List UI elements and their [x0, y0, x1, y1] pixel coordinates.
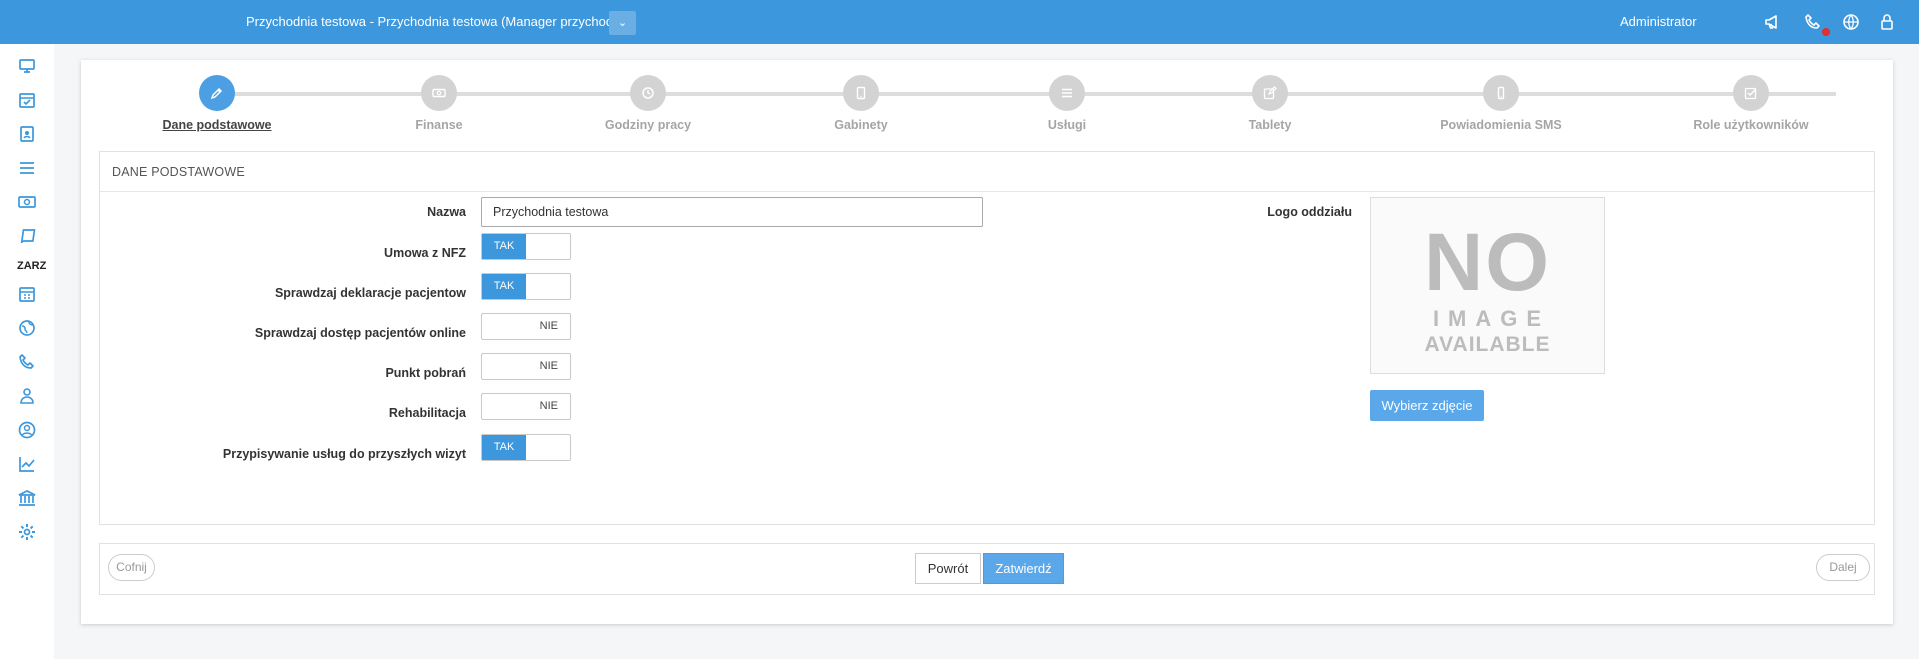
- toggle-state: NIE: [539, 400, 558, 412]
- collection-point-label: Punkt pobrań: [385, 366, 466, 380]
- step-label: Usługi: [1047, 118, 1087, 132]
- globe-icon[interactable]: [1841, 12, 1861, 32]
- book-icon[interactable]: [17, 226, 37, 246]
- check-online-access-toggle[interactable]: NIE: [481, 313, 571, 340]
- left-sidebar: ZARZ: [0, 44, 54, 659]
- list-icon[interactable]: [17, 158, 37, 178]
- mobile-icon: [1483, 75, 1519, 111]
- choose-image-button[interactable]: Wybierz zdjęcie: [1370, 390, 1484, 421]
- chart-line-icon[interactable]: [17, 454, 37, 474]
- step-label: Tablety: [1248, 118, 1292, 132]
- nfz-contract-label: Umowa z NFZ: [384, 246, 466, 260]
- assign-services-toggle[interactable]: TAK: [481, 434, 571, 461]
- basic-data-panel: DANE PODSTAWOWE Nazwa Umowa z NFZ TAK Sp…: [99, 151, 1875, 525]
- top-bar: Przychodnia testowa - Przychodnia testow…: [0, 0, 1919, 44]
- check-declarations-toggle[interactable]: TAK: [481, 273, 571, 300]
- bank-icon[interactable]: [17, 488, 37, 508]
- no-image-line3: AVAILABLE: [1424, 333, 1551, 356]
- step-label: Gabinety: [834, 118, 888, 132]
- step-label: Godziny pracy: [604, 118, 692, 132]
- submit-button[interactable]: Zatwierdź: [983, 553, 1064, 584]
- toggle-state: TAK: [482, 234, 526, 259]
- pencil-icon: [199, 75, 235, 111]
- step-uslugi[interactable]: Usługi: [977, 75, 1157, 132]
- next-button[interactable]: Dalej: [1816, 554, 1870, 581]
- toggle-state: NIE: [539, 360, 558, 372]
- logo-placeholder-image: NO IMAGE AVAILABLE: [1370, 197, 1605, 374]
- gear-icon[interactable]: [17, 522, 37, 542]
- phone-icon[interactable]: [1803, 12, 1823, 32]
- toggle-state: TAK: [482, 435, 526, 460]
- form-footer: Cofnij Powrót Zatwierdź Dalej: [99, 543, 1875, 595]
- globe-icon[interactable]: [17, 318, 37, 338]
- lock-icon[interactable]: [1877, 12, 1897, 32]
- toggle-state: TAK: [482, 274, 526, 299]
- previous-button[interactable]: Cofnij: [108, 554, 155, 581]
- check-square-icon: [1733, 75, 1769, 111]
- step-dane-podstawowe[interactable]: Dane podstawowe: [127, 75, 307, 132]
- edit-icon: [1252, 75, 1288, 111]
- money-icon[interactable]: [17, 192, 37, 212]
- clinic-title[interactable]: Przychodnia testowa - Przychodnia testow…: [246, 0, 628, 44]
- wizard-steps: Dane podstawowe Finanse Godziny pracy Ga…: [81, 60, 1893, 140]
- megaphone-icon[interactable]: [1763, 12, 1783, 32]
- monitor-icon[interactable]: [17, 56, 37, 76]
- check-declarations-label: Sprawdzaj deklaracje pacjentow: [274, 286, 466, 300]
- calendar-check-icon[interactable]: [17, 90, 37, 110]
- panel-title: DANE PODSTAWOWE: [100, 152, 1874, 192]
- no-image-line1: NO: [1424, 217, 1551, 308]
- clinic-dropdown-button[interactable]: ⌄: [609, 11, 636, 35]
- money-icon: [421, 75, 457, 111]
- contact-book-icon[interactable]: [17, 124, 37, 144]
- rehabilitation-label: Rehabilitacja: [388, 406, 466, 420]
- nfz-contract-toggle[interactable]: TAK: [481, 233, 571, 260]
- list-icon: [1049, 75, 1085, 111]
- step-label: Dane podstawowe: [162, 118, 272, 132]
- main-card: Dane podstawowe Finanse Godziny pracy Ga…: [81, 60, 1893, 624]
- back-button[interactable]: Powrót: [915, 553, 981, 584]
- user-menu[interactable]: Administrator: [1620, 0, 1697, 44]
- clock-icon: [630, 75, 666, 111]
- name-input[interactable]: [481, 197, 983, 227]
- phone-icon[interactable]: [17, 352, 37, 372]
- name-label: Nazwa: [427, 205, 466, 219]
- tablet-icon: [843, 75, 879, 111]
- sidebar-section-label: ZARZ: [17, 260, 47, 272]
- step-godziny-pracy[interactable]: Godziny pracy: [558, 75, 738, 132]
- step-label: Finanse: [415, 118, 463, 132]
- step-powiadomienia-sms[interactable]: Powiadomienia SMS: [1411, 75, 1591, 132]
- step-finanse[interactable]: Finanse: [349, 75, 529, 132]
- user-circle-icon[interactable]: [17, 420, 37, 440]
- step-tablety[interactable]: Tablety: [1180, 75, 1360, 132]
- step-gabinety[interactable]: Gabinety: [771, 75, 951, 132]
- calendar-icon[interactable]: [17, 284, 37, 304]
- toggle-state: NIE: [539, 320, 558, 332]
- step-role-uzytkownikow[interactable]: Role użytkowników: [1661, 75, 1841, 132]
- rehabilitation-toggle[interactable]: NIE: [481, 393, 571, 420]
- collection-point-toggle[interactable]: NIE: [481, 353, 571, 380]
- check-online-access-label: Sprawdzaj dostęp pacjentów online: [254, 326, 466, 340]
- assign-services-label: Przypisywanie usług do przyszłych wizyt: [222, 447, 466, 461]
- no-image-line2: IMAGE: [1432, 306, 1551, 331]
- notification-dot: [1822, 28, 1830, 36]
- logo-label: Logo oddziału: [1267, 205, 1352, 219]
- users-icon[interactable]: [17, 386, 37, 406]
- step-label: Powiadomienia SMS: [1440, 118, 1562, 132]
- step-label: Role użytkowników: [1693, 118, 1809, 132]
